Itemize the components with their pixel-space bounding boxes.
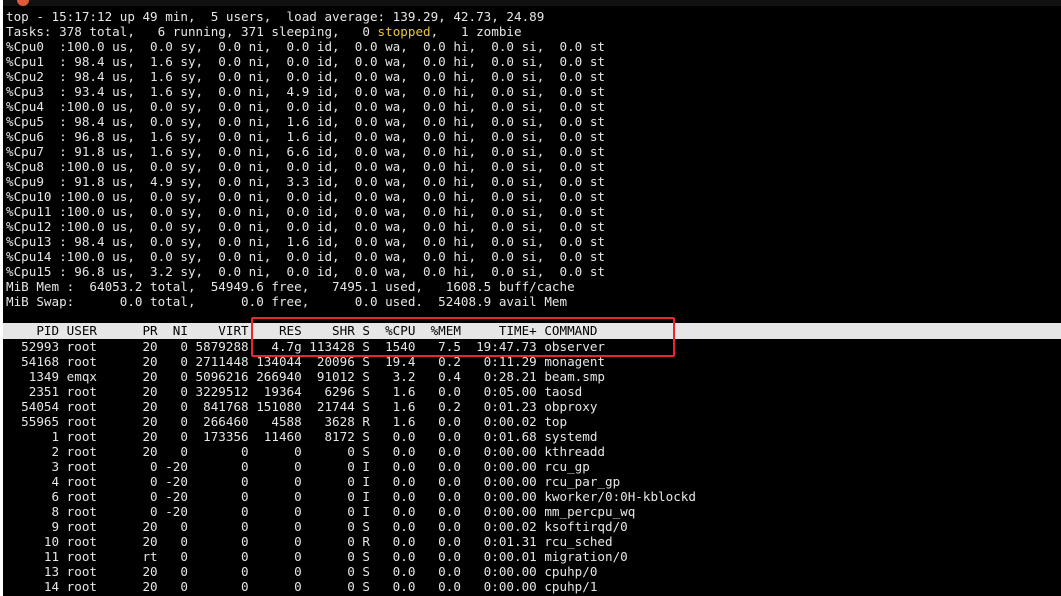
cpu-line: %Cpu13 : 98.4 us, 0.0 sy, 0.0 ni, 1.6 id… [6,234,605,249]
table-row[interactable]: 4 root 0 -20 0 0 0 I 0.0 0.0 0:00.00 rcu… [6,474,620,489]
terminal-window[interactable]: top - 15:17:12 up 49 min, 5 users, load … [3,0,1061,596]
cpu-line: %Cpu0 :100.0 us, 0.0 sy, 0.0 ni, 0.0 id,… [6,39,605,54]
cpu-line: %Cpu9 : 91.8 us, 4.9 sy, 0.0 ni, 3.3 id,… [6,174,605,189]
table-row[interactable]: 8 root 0 -20 0 0 0 I 0.0 0.0 0:00.00 mm_… [6,504,635,519]
table-row[interactable]: 52993 root 20 0 5879288 4.7g 113428 S 15… [6,339,605,354]
table-row[interactable]: 54054 root 20 0 841768 151080 21744 S 1.… [6,399,597,414]
process-table-header: PID USER PR NI VIRT RES SHR S %CPU %MEM … [3,323,1061,339]
tasks-counts: Tasks: 378 total, 6 running, 371 sleepin… [6,24,378,39]
swap-line: MiB Swap: 0.0 total, 0.0 free, 0.0 used.… [6,294,568,309]
table-row[interactable]: 2 root 20 0 0 0 0 S 0.0 0.0 0:00.00 kthr… [6,444,605,459]
cpu-line: %Cpu5 : 98.4 us, 0.0 sy, 0.0 ni, 1.6 id,… [6,114,605,129]
table-row[interactable]: 13 root 20 0 0 0 0 S 0.0 0.0 0:00.00 cpu… [6,564,598,579]
cpu-line: %Cpu2 : 98.4 us, 1.6 sy, 0.0 ni, 0.0 id,… [6,69,605,84]
table-row[interactable]: 2351 root 20 0 3229512 19364 6296 S 1.6 … [6,384,583,399]
window-top-strip [3,0,1061,6]
cpu-line: %Cpu14 :100.0 us, 0.0 sy, 0.0 ni, 0.0 id… [6,249,605,264]
cpu-line: %Cpu3 : 93.4 us, 1.6 sy, 0.0 ni, 4.9 id,… [6,84,605,99]
top-uptime-line: top - 15:17:12 up 49 min, 5 users, load … [6,9,545,24]
cpu-line: %Cpu8 :100.0 us, 0.0 sy, 0.0 ni, 0.0 id,… [6,159,605,174]
table-row[interactable]: 9 root 20 0 0 0 0 S 0.0 0.0 0:00.02 ksof… [6,519,627,534]
mem-line: MiB Mem : 64053.2 total, 54949.6 free, 7… [6,279,575,294]
cpu-line: %Cpu1 : 98.4 us, 1.6 sy, 0.0 ni, 0.0 id,… [6,54,605,69]
table-row[interactable]: 1 root 20 0 173356 11460 8172 S 0.0 0.0 … [6,429,597,444]
table-row[interactable]: 1349 emqx 20 0 5096216 266940 91012 S 3.… [6,369,605,384]
table-row[interactable]: 3 root 0 -20 0 0 0 I 0.0 0.0 0:00.00 rcu… [6,459,589,474]
cpu-line: %Cpu15 : 96.8 us, 3.2 sy, 0.0 ni, 0.0 id… [6,264,605,279]
cpu-line: %Cpu7 : 91.8 us, 1.6 sy, 0.0 ni, 6.6 id,… [6,144,605,159]
table-row[interactable]: 14 root 20 0 0 0 0 S 0.0 0.0 0:00.00 cpu… [6,579,598,594]
cpu-line: %Cpu6 : 96.8 us, 1.6 sy, 0.0 ni, 1.6 id,… [6,129,605,144]
close-dot-icon [17,0,29,6]
cpu-line: %Cpu11 :100.0 us, 0.0 sy, 0.0 ni, 0.0 id… [6,204,605,219]
table-row[interactable]: 6 root 0 -20 0 0 0 I 0.0 0.0 0:00.00 kwo… [6,489,696,504]
table-row[interactable]: 11 root rt 0 0 0 0 S 0.0 0.0 0:00.01 mig… [6,549,628,564]
tasks-line: Tasks: 378 total, 6 running, 371 sleepin… [6,24,522,39]
process-header-text: PID USER PR NI VIRT RES SHR S %CPU %MEM … [6,323,598,338]
table-row[interactable]: 55965 root 20 0 266460 4588 3628 R 1.6 0… [6,414,567,429]
table-row[interactable]: 10 root 20 0 0 0 0 R 0.0 0.0 0:01.31 rcu… [6,534,613,549]
cpu-line: %Cpu12 :100.0 us, 0.0 sy, 0.0 ni, 0.0 id… [6,219,605,234]
tasks-zombie: , 1 zombie [430,24,522,39]
cpu-line: %Cpu10 :100.0 us, 0.0 sy, 0.0 ni, 0.0 id… [6,189,605,204]
cpu-line: %Cpu4 :100.0 us, 0.0 sy, 0.0 ni, 0.0 id,… [6,99,605,114]
tasks-stopped-label: stopped [377,24,431,39]
table-row[interactable]: 54168 root 20 0 2711448 134044 20096 S 1… [6,354,605,369]
